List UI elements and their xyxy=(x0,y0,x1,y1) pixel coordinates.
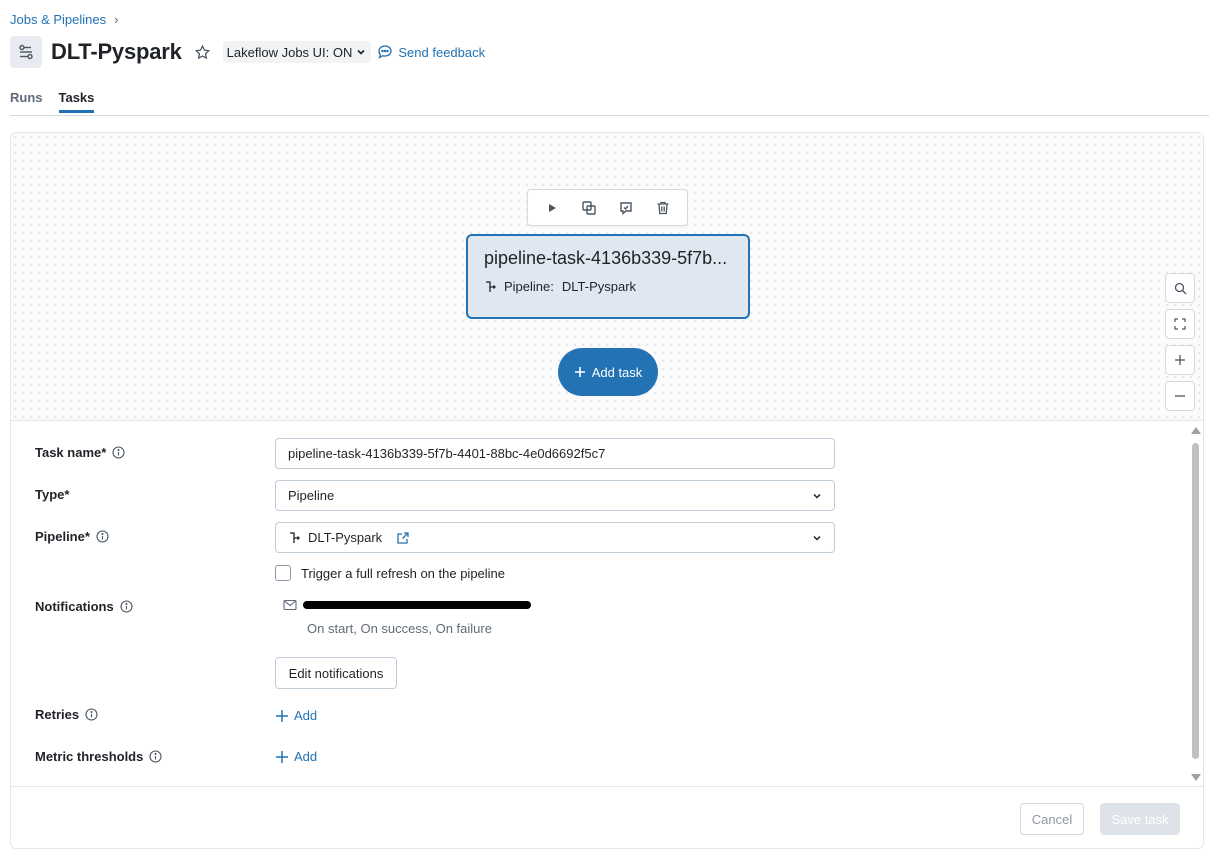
run-task-button[interactable] xyxy=(539,195,565,221)
info-icon[interactable] xyxy=(85,708,98,721)
external-link-icon[interactable] xyxy=(396,531,410,545)
node-toolbar xyxy=(527,189,688,226)
pipeline-label-group: Pipeline* xyxy=(35,529,109,544)
task-node-type-label: Pipeline: xyxy=(504,279,554,294)
cancel-button[interactable]: Cancel xyxy=(1020,803,1084,835)
add-metric-threshold-label: Add xyxy=(294,749,318,764)
pipeline-icon xyxy=(484,280,498,294)
trash-icon xyxy=(655,200,671,216)
pipeline-select-value: DLT-Pyspark xyxy=(308,530,383,545)
task-node[interactable]: pipeline-task-4136b339-5f7b... Pipeline:… xyxy=(466,234,750,319)
zoom-in-icon xyxy=(1174,354,1186,366)
add-task-label: Add task xyxy=(591,364,643,380)
duplicate-icon xyxy=(581,200,597,216)
type-select[interactable]: Pipeline xyxy=(275,480,835,511)
speech-bubble-icon xyxy=(377,44,393,60)
plus-icon xyxy=(574,366,586,378)
chevron-down-icon xyxy=(356,47,366,57)
send-feedback-link[interactable]: Send feedback xyxy=(377,44,485,60)
add-task-button[interactable]: Add task xyxy=(558,348,658,396)
info-icon[interactable] xyxy=(96,530,109,543)
run-repair-icon xyxy=(618,200,634,216)
tab-runs[interactable]: Runs xyxy=(10,90,43,113)
lakeflow-ui-toggle-label: Lakeflow Jobs UI: ON xyxy=(226,44,353,60)
lakeflow-ui-toggle[interactable]: Lakeflow Jobs UI: ON xyxy=(222,41,372,63)
info-icon[interactable] xyxy=(149,750,162,763)
plus-icon xyxy=(275,750,289,764)
mail-icon xyxy=(283,599,297,611)
notification-events: On start, On success, On failure xyxy=(307,621,492,636)
save-task-button[interactable]: Save task xyxy=(1100,803,1180,835)
scroll-thumb[interactable] xyxy=(1192,443,1199,759)
full-refresh-checkbox[interactable] xyxy=(275,565,291,581)
task-node-title: pipeline-task-4136b339-5f7b... xyxy=(484,248,728,268)
retries-label-group: Retries xyxy=(35,707,98,722)
form-footer: Cancel Save task xyxy=(11,786,1203,848)
zoom-out-icon xyxy=(1174,390,1186,402)
pipeline-icon xyxy=(288,531,302,545)
notifications-label-group: Notifications xyxy=(35,599,133,614)
task-name-label-group: Task name* xyxy=(35,445,125,460)
add-metric-threshold-button[interactable]: Add xyxy=(275,749,317,764)
retries-label: Retries xyxy=(35,707,80,722)
full-refresh-row: Trigger a full refresh on the pipeline xyxy=(275,565,505,581)
tasks-panel: pipeline-task-4136b339-5f7b... Pipeline:… xyxy=(10,132,1204,849)
add-retry-button[interactable]: Add xyxy=(275,708,317,723)
type-label: Type* xyxy=(35,487,70,502)
breadcrumb-separator: › xyxy=(114,12,119,27)
job-icon xyxy=(10,36,42,68)
scroll-down-arrow[interactable] xyxy=(1191,774,1201,781)
zoom-in-button[interactable] xyxy=(1165,345,1195,375)
repair-run-button[interactable] xyxy=(613,195,639,221)
fit-view-button[interactable] xyxy=(1165,309,1195,339)
chevron-down-icon xyxy=(812,533,822,543)
fit-view-icon xyxy=(1174,318,1186,330)
metric-thresholds-label-group: Metric thresholds xyxy=(35,749,162,764)
task-node-subtitle: Pipeline: DLT-Pyspark xyxy=(484,279,732,294)
page-title: DLT-Pyspark xyxy=(51,39,182,64)
form-scrollbar[interactable] xyxy=(1189,423,1203,785)
type-select-value: Pipeline xyxy=(288,488,335,503)
pipeline-label: Pipeline* xyxy=(35,529,90,544)
tab-tasks[interactable]: Tasks xyxy=(58,90,95,113)
title-row: DLT-Pyspark Lakeflow Jobs UI: ON Send fe… xyxy=(10,36,485,68)
redacted-email xyxy=(303,601,531,609)
chevron-down-icon xyxy=(812,491,822,501)
breadcrumb: Jobs & Pipelines › xyxy=(10,12,118,27)
info-icon[interactable] xyxy=(112,446,125,459)
search-graph-button[interactable] xyxy=(1165,273,1195,303)
zoom-out-button[interactable] xyxy=(1165,381,1195,411)
full-refresh-label: Trigger a full refresh on the pipeline xyxy=(301,565,506,581)
plus-icon xyxy=(275,709,289,723)
edit-notifications-button[interactable]: Edit notifications xyxy=(275,657,397,689)
star-icon[interactable] xyxy=(194,44,211,61)
duplicate-task-button[interactable] xyxy=(576,195,602,221)
task-name-input[interactable]: pipeline-task-4136b339-5f7b-4401-88bc-4e… xyxy=(275,438,835,469)
task-settings-form: Task name* pipeline-task-4136b339-5f7b-4… xyxy=(11,420,1203,786)
add-retry-label: Add xyxy=(294,708,318,723)
type-label-group: Type* xyxy=(35,487,69,502)
delete-task-button[interactable] xyxy=(650,195,676,221)
pipeline-select-value-group: DLT-Pyspark xyxy=(288,530,410,545)
breadcrumb-jobs-pipelines[interactable]: Jobs & Pipelines xyxy=(10,12,106,27)
tab-bar: Runs Tasks xyxy=(10,90,95,113)
notifications-label: Notifications xyxy=(35,599,114,614)
search-icon xyxy=(1174,282,1187,295)
task-name-label: Task name* xyxy=(35,445,107,460)
task-node-pipeline-name: DLT-Pyspark xyxy=(561,279,637,294)
pipeline-select[interactable]: DLT-Pyspark xyxy=(275,522,835,553)
scroll-up-arrow[interactable] xyxy=(1191,427,1201,434)
metric-thresholds-label: Metric thresholds xyxy=(35,749,144,764)
send-feedback-label: Send feedback xyxy=(398,44,486,60)
task-graph-canvas[interactable]: pipeline-task-4136b339-5f7b... Pipeline:… xyxy=(11,133,1203,420)
notification-email-row xyxy=(283,599,531,611)
play-icon xyxy=(546,202,558,214)
tabs-divider xyxy=(10,115,1209,116)
info-icon[interactable] xyxy=(120,600,133,613)
